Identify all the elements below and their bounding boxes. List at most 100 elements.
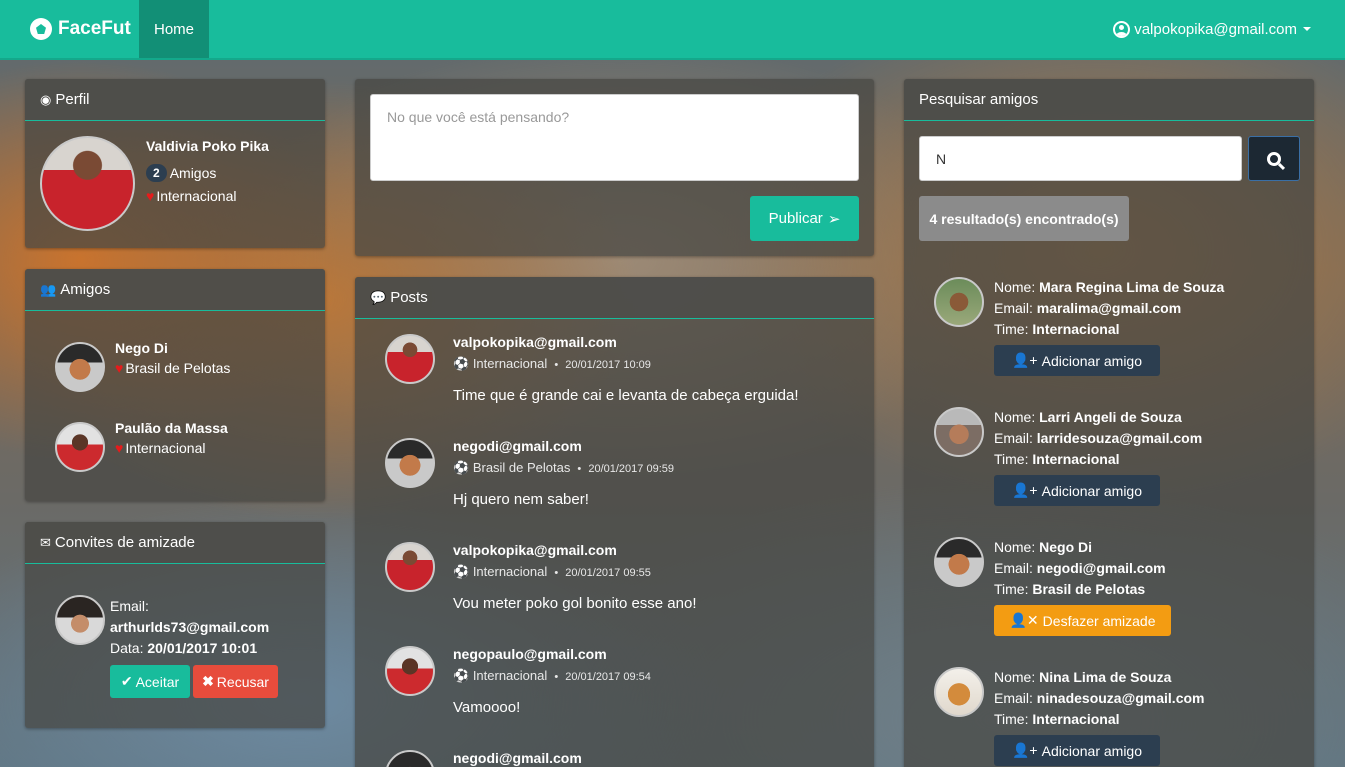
email-label: Email: bbox=[994, 300, 1033, 316]
post-team: Internacional bbox=[472, 356, 548, 371]
invite-avatar bbox=[55, 595, 105, 645]
users-icon: 👥 bbox=[40, 281, 57, 297]
friend-item[interactable]: Nego Di ♥ Brasil de Pelotas bbox=[55, 340, 230, 392]
post-text: Vamoooo! bbox=[453, 699, 521, 716]
post-placeholder: No que você está pensando? bbox=[387, 109, 570, 125]
search-query: N bbox=[936, 150, 947, 167]
post-date: 20/01/2017 09:54 bbox=[565, 671, 651, 683]
result-team: Internacional bbox=[1032, 711, 1120, 727]
nav-home[interactable]: Home bbox=[139, 0, 209, 58]
accept-label: Aceitar bbox=[135, 673, 180, 690]
friend-avatar bbox=[55, 422, 105, 472]
result-email: ninadesouza@gmail.com bbox=[1036, 690, 1205, 706]
result-info: Nome: Nego Di Email: negodi@gmail.com Ti… bbox=[994, 537, 1166, 600]
post-team: Internacional bbox=[472, 668, 548, 683]
soccer-ball-icon: ⚽ bbox=[453, 356, 470, 371]
envelope-icon: ✉ bbox=[40, 534, 51, 550]
publish-button[interactable]: Publicar ➢ bbox=[750, 196, 859, 241]
friend-item[interactable]: Paulão da Massa ♥ Internacional bbox=[55, 420, 228, 472]
search-icon bbox=[1267, 151, 1281, 166]
name-label: Nome: bbox=[994, 409, 1036, 425]
post-date: 20/01/2017 09:59 bbox=[588, 463, 674, 475]
name-label: Nome: bbox=[994, 279, 1036, 295]
post-meta: ⚽ Internacional • 20/01/2017 10:09 bbox=[453, 356, 651, 371]
friends-heading-text: Amigos bbox=[60, 281, 111, 298]
friend-team-name: Internacional bbox=[125, 440, 206, 456]
paper-plane-icon: ➢ bbox=[827, 210, 841, 228]
post-textarea[interactable]: No que você está pensando? bbox=[370, 94, 859, 181]
team-label: Time: bbox=[994, 321, 1029, 337]
invites-heading: ✉ Convites de amizade bbox=[25, 522, 325, 564]
post-avatar bbox=[385, 646, 435, 696]
search-input[interactable]: N bbox=[919, 136, 1242, 181]
times-icon: ✖ bbox=[202, 673, 214, 689]
invite-email-label: Email: bbox=[110, 598, 149, 614]
friend-name: Paulão da Massa bbox=[115, 420, 228, 436]
profile-team: ♥ Internacional bbox=[146, 188, 269, 204]
unfriend-button[interactable]: 👤✕ Desfazer amizade bbox=[994, 605, 1171, 636]
profile-name: Valdivia Poko Pika bbox=[146, 138, 269, 154]
result-team: Brasil de Pelotas bbox=[1032, 581, 1146, 597]
post-meta: ⚽ Internacional • 20/01/2017 09:55 bbox=[453, 564, 651, 579]
post-meta: ⚽ Brasil de Pelotas • 20/01/2017 09:59 bbox=[453, 460, 674, 475]
post-avatar bbox=[385, 750, 435, 767]
search-button[interactable] bbox=[1248, 136, 1300, 181]
result-name: Larri Angeli de Souza bbox=[1039, 409, 1182, 425]
user-circle-icon bbox=[1113, 20, 1131, 38]
search-heading: Pesquisar amigos bbox=[904, 79, 1314, 121]
result-avatar bbox=[934, 407, 984, 457]
comment-icon: 💬 bbox=[370, 289, 387, 305]
user-circle-icon: ◉ bbox=[40, 91, 52, 107]
add-friend-button[interactable]: 👤+ Adicionar amigo bbox=[994, 475, 1160, 506]
publish-label: Publicar bbox=[768, 210, 823, 227]
result-name: Nina Lima de Souza bbox=[1039, 669, 1172, 685]
friend-team: ♥ Brasil de Pelotas bbox=[115, 360, 230, 376]
result-email: maralima@gmail.com bbox=[1036, 300, 1182, 316]
post-text: Time que é grande cai e levanta de cabeç… bbox=[453, 387, 799, 404]
soccer-ball-icon bbox=[30, 18, 52, 40]
search-heading-text: Pesquisar amigos bbox=[919, 91, 1039, 108]
user-plus-icon: 👤+ bbox=[1012, 352, 1038, 368]
add-friend-label: Adicionar amigo bbox=[1041, 482, 1142, 499]
reject-button[interactable]: ✖ Recusar bbox=[193, 665, 278, 698]
post-email: valpokopika@gmail.com bbox=[453, 542, 617, 558]
brand-name: FaceFut bbox=[58, 18, 131, 39]
posts-panel: 💬 Posts valpokopika@gmail.com ⚽ Internac… bbox=[355, 277, 874, 767]
friend-team: ♥ Internacional bbox=[115, 440, 228, 456]
result-avatar bbox=[934, 537, 984, 587]
result-info: Nome: Mara Regina Lima de Souza Email: m… bbox=[994, 277, 1224, 340]
result-count: 4 resultado(s) encontrado(s) bbox=[919, 196, 1129, 241]
accept-button[interactable]: ✔ Aceitar bbox=[110, 665, 190, 698]
post-date: 20/01/2017 09:55 bbox=[565, 567, 651, 579]
email-label: Email: bbox=[994, 690, 1033, 706]
composer-panel: No que você está pensando? Publicar ➢ bbox=[355, 79, 874, 256]
post-email: negodi@gmail.com bbox=[453, 438, 582, 454]
posts-heading: 💬 Posts bbox=[355, 277, 874, 319]
profile-panel: ◉ Perfil Valdivia Poko Pika 2 Amigos ♥ I… bbox=[25, 79, 325, 248]
brand-link[interactable]: FaceFut bbox=[0, 0, 139, 58]
friends-panel: 👥 Amigos Nego Di ♥ Brasil de Pelotas Paul… bbox=[25, 269, 325, 501]
profile-friends[interactable]: 2 Amigos bbox=[146, 164, 269, 182]
user-menu[interactable]: valpokopika@gmail.com bbox=[1113, 0, 1345, 58]
post-email: negodi@gmail.com bbox=[453, 750, 582, 766]
result-avatar bbox=[934, 277, 984, 327]
result-info: Nome: Nina Lima de Souza Email: ninadeso… bbox=[994, 667, 1204, 730]
invite-date-value: 20/01/2017 10:01 bbox=[147, 640, 258, 656]
posts-heading-text: Posts bbox=[390, 289, 428, 306]
result-name: Mara Regina Lima de Souza bbox=[1039, 279, 1225, 295]
soccer-ball-icon: ⚽ bbox=[453, 564, 470, 579]
add-friend-button[interactable]: 👤+ Adicionar amigo bbox=[994, 735, 1160, 766]
friend-name: Nego Di bbox=[115, 340, 168, 356]
team-label: Time: bbox=[994, 711, 1029, 727]
unfriend-label: Desfazer amizade bbox=[1042, 612, 1156, 629]
check-icon: ✔ bbox=[120, 673, 133, 689]
add-friend-button[interactable]: 👤+ Adicionar amigo bbox=[994, 345, 1160, 376]
user-plus-icon: 👤+ bbox=[1012, 482, 1038, 498]
post-email: valpokopika@gmail.com bbox=[453, 334, 617, 350]
invite-email: arthurlds73@gmail.com bbox=[110, 619, 270, 635]
profile-heading: ◉ Perfil bbox=[25, 79, 325, 121]
post-text: Vou meter poko gol bonito esse ano! bbox=[453, 595, 697, 612]
user-plus-icon: 👤+ bbox=[1012, 742, 1038, 758]
friend-avatar bbox=[55, 342, 105, 392]
post-team: Brasil de Pelotas bbox=[472, 460, 571, 475]
